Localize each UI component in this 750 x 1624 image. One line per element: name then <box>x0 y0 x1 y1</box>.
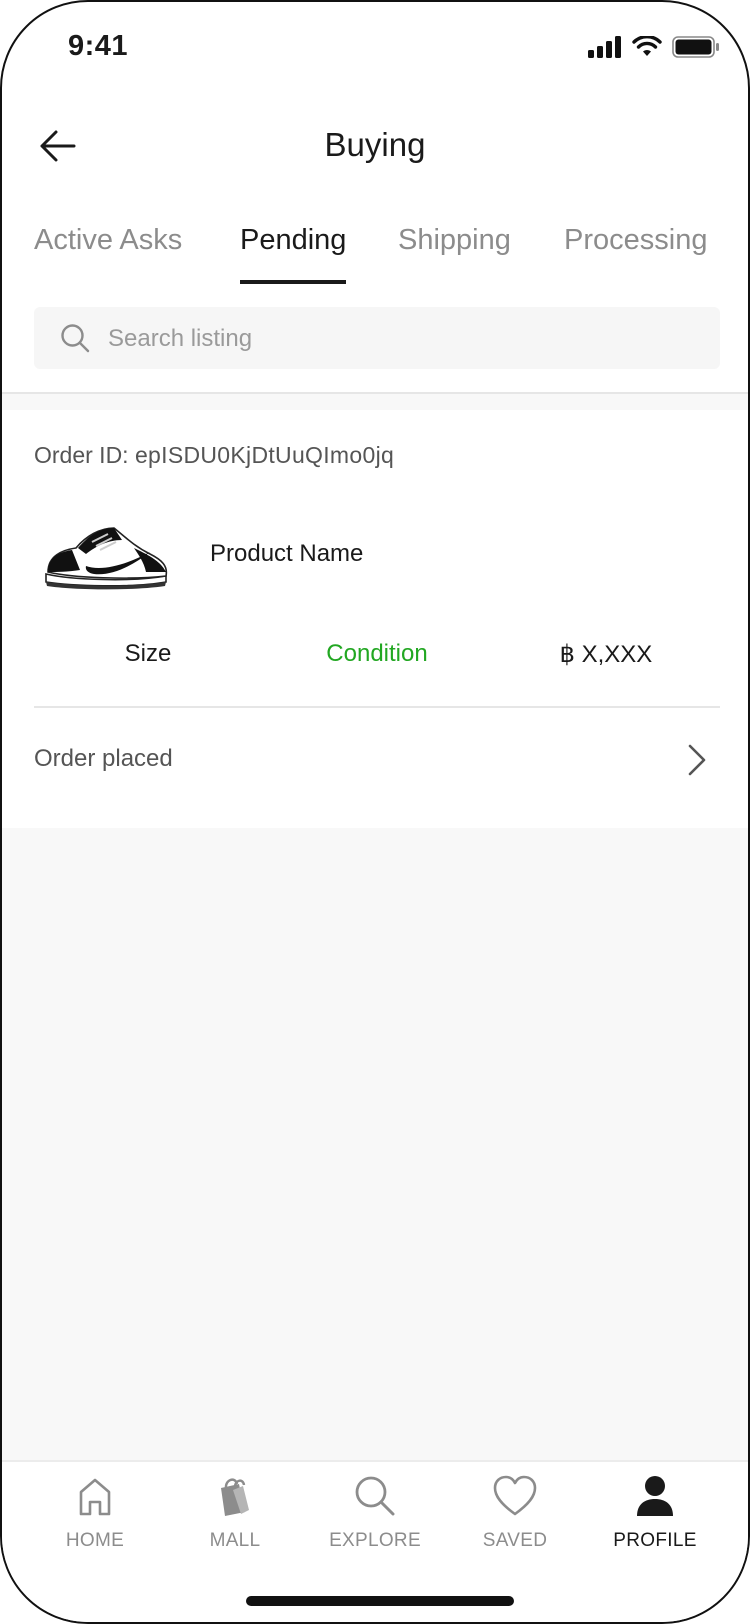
search-input[interactable] <box>106 307 700 371</box>
product-meta: Size Condition ฿ X,XXX <box>34 640 720 680</box>
nav-saved-label: SAVED <box>482 1530 548 1551</box>
nav-explore-label: EXPLORE <box>329 1530 421 1551</box>
home-icon <box>79 1478 111 1516</box>
tab-shipping[interactable]: Shipping <box>398 224 511 282</box>
size-label: Size <box>124 640 172 667</box>
tab-active-asks[interactable]: Active Asks <box>34 224 182 282</box>
tab-bar: Active Asks Pending Shipping Processing <box>2 210 748 284</box>
order-id-label: Order ID: <box>34 442 129 468</box>
shopping-bag-icon <box>221 1478 249 1516</box>
order-status-row[interactable]: Order placed <box>34 726 720 806</box>
nav-explore[interactable]: EXPLORE <box>310 1472 440 1572</box>
order-card[interactable]: Order ID: epISDU0KjDtUuQImo0jq Product N… <box>2 410 748 828</box>
nav-profile[interactable]: PROFILE <box>590 1472 720 1572</box>
condition-label: Condition <box>326 640 428 667</box>
orders-list: Order ID: epISDU0KjDtUuQImo0jq Product N… <box>2 394 748 1460</box>
signal-icon <box>588 36 621 58</box>
heart-icon <box>493 1475 537 1516</box>
battery-icon <box>672 36 719 58</box>
status-time: 9:41 <box>68 30 129 62</box>
nav-saved[interactable]: SAVED <box>450 1472 580 1572</box>
divider <box>34 706 720 708</box>
nav-mall[interactable]: MALL <box>170 1472 300 1572</box>
nav-mall-label: MALL <box>209 1530 261 1551</box>
phone-frame: 9:41 Buying Active Asks Pending Shipping… <box>0 0 750 1624</box>
chevron-right-icon <box>688 744 706 776</box>
tab-processing[interactable]: Processing <box>564 224 707 282</box>
order-id-value: epISDU0KjDtUuQImo0jq <box>134 442 395 468</box>
user-icon <box>637 1476 673 1516</box>
product-row: Product Name <box>34 510 720 610</box>
search-icon <box>61 324 90 353</box>
home-indicator[interactable] <box>246 1596 514 1606</box>
tab-pending[interactable]: Pending <box>240 224 347 284</box>
search-icon <box>355 1476 395 1516</box>
page-title: Buying <box>324 126 426 163</box>
wifi-icon <box>632 36 662 56</box>
nav-home[interactable]: HOME <box>30 1472 160 1572</box>
nav-profile-label: PROFILE <box>613 1530 697 1551</box>
product-name: Product Name <box>210 540 364 567</box>
status-bar: 9:41 <box>2 2 748 96</box>
nav-home-label: HOME <box>65 1530 125 1551</box>
price-label: ฿ X,XXX <box>559 641 653 668</box>
status-icons <box>588 36 720 58</box>
header: Buying <box>2 96 748 196</box>
search-bar <box>34 307 720 371</box>
product-image <box>45 527 168 590</box>
order-status-label: Order placed <box>34 745 173 772</box>
order-id: Order ID: epISDU0KjDtUuQImo0jq <box>34 442 394 469</box>
